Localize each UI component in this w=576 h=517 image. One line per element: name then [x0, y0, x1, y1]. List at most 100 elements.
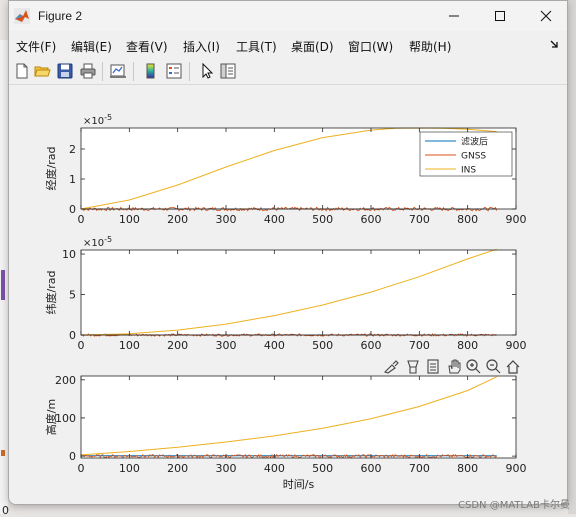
zoom-in-icon[interactable]: [466, 359, 481, 374]
x-tick-label: 100: [119, 213, 140, 226]
menu-view[interactable]: 查看(V): [126, 38, 168, 55]
pan-icon[interactable]: [448, 359, 461, 374]
x-tick-label: 900: [506, 462, 527, 475]
background-tick-label: 0: [2, 504, 9, 517]
legend-entry: GNSS: [461, 152, 486, 162]
brush-icon[interactable]: [383, 360, 399, 374]
menu-tools[interactable]: 工具(T): [236, 38, 277, 55]
matlab-icon: [14, 8, 30, 24]
plot-area: [81, 376, 516, 458]
y-tick-label: 5: [69, 289, 76, 302]
y-tick-label: 0: [69, 450, 76, 463]
axes-3: 0 100 200 300 400 500 600 700 800 900 0 100 200 高度/m 时…: [44, 374, 527, 491]
x-tick-label: 0: [78, 213, 85, 226]
restore-lines: [430, 363, 436, 371]
colorbar-icon[interactable]: [142, 62, 160, 80]
maximize-icon: [495, 11, 505, 21]
x-tick-label: 400: [264, 462, 285, 475]
y-tick-label: 200: [55, 374, 76, 387]
open-icon[interactable]: [33, 62, 51, 80]
title-bar[interactable]: Figure 2: [9, 1, 567, 31]
exponent-label: ×10-5: [83, 235, 112, 249]
menu-help[interactable]: 帮助(H): [409, 38, 451, 55]
x-tick-label: 100: [119, 339, 140, 352]
pointer-icon[interactable]: [198, 62, 216, 80]
x-axis-label: 时间/s: [283, 478, 315, 491]
x-tick-label: 0: [78, 462, 85, 475]
x-tick-label: 500: [312, 339, 333, 352]
x-tick-label: 700: [409, 462, 430, 475]
x-tick-label: 100: [119, 462, 140, 475]
toolbar-separator: [189, 62, 190, 81]
x-tick-label: 900: [506, 339, 527, 352]
zoom-out-icon[interactable]: [486, 359, 501, 374]
background-window: [568, 0, 576, 514]
plot-canvas[interactable]: 0 100 200 300 400 500 600 700 800 900012×10-5经度/r…: [9, 86, 567, 505]
close-icon: [540, 10, 552, 22]
minimize-icon: [449, 15, 459, 17]
x-tick-label: 900: [506, 213, 527, 226]
x-tick-label: 400: [264, 339, 285, 352]
y-tick-label: 0: [69, 329, 76, 342]
x-tick-label: 400: [264, 213, 285, 226]
menu-desktop[interactable]: 桌面(D): [291, 38, 334, 55]
x-tick-label: 300: [216, 462, 237, 475]
menu-window[interactable]: 窗口(W): [348, 38, 393, 55]
brush-shape: [383, 360, 399, 374]
minimize-button[interactable]: [431, 1, 477, 31]
x-tick-label: 500: [312, 462, 333, 475]
exponent-label: ×10-5: [83, 113, 112, 127]
menu-file[interactable]: 文件(F): [16, 38, 56, 55]
x-tick-label: 800: [457, 339, 478, 352]
link-plot-icon[interactable]: [109, 62, 127, 80]
pan-shape: [448, 359, 461, 374]
y-axis-label: 高度/m: [44, 399, 58, 435]
data-tips-shape: [407, 360, 419, 374]
y-tick-label: 2: [69, 143, 76, 156]
home-shape: [506, 360, 520, 374]
x-tick-label: 800: [457, 213, 478, 226]
y-tick-label: 1: [69, 173, 76, 186]
y-axis-label: 纬度/rad: [44, 271, 58, 315]
menu-insert[interactable]: 插入(I): [183, 38, 220, 55]
zoom-plus: [470, 363, 481, 374]
y-axis-label: 经度/rad: [44, 147, 58, 191]
print-icon[interactable]: [79, 62, 97, 80]
axes-1: 0 100 200 300 400 500 600 700 800 900 0 1 2 ×10-5 经度/r…: [44, 113, 527, 226]
x-tick-label: 0: [78, 339, 85, 352]
toolbar-separator: [102, 62, 103, 81]
home-icon[interactable]: [506, 360, 520, 374]
data-tips-icon[interactable]: [407, 360, 419, 374]
x-tick-label: 200: [167, 213, 188, 226]
axes-toolbar[interactable]: [383, 359, 520, 374]
legend-icon[interactable]: [165, 62, 183, 80]
watermark: CSDN @MATLAB卡尔曼: [458, 500, 570, 511]
x-tick-label: 700: [409, 339, 430, 352]
background-plot-window: 0: [0, 40, 9, 517]
x-tick-label: 700: [409, 213, 430, 226]
toolbar-separator: [133, 62, 134, 81]
x-tick-label: 300: [216, 339, 237, 352]
new-figure-icon[interactable]: [13, 62, 31, 80]
x-tick-label: 500: [312, 213, 333, 226]
figure-window[interactable]: Figure 2 文件(F) 编辑(E) 查看(V) 插入(I) 工具(T) 桌…: [8, 0, 568, 505]
x-tick-label: 300: [216, 213, 237, 226]
x-tick-label: 200: [167, 339, 188, 352]
maximize-button[interactable]: [477, 1, 523, 31]
figure-canvas[interactable]: 0 100 200 300 400 500 600 700 800 900 0 1 2 ×10-5 经度/r…: [9, 86, 567, 505]
figure-toolbar: [9, 58, 567, 85]
background-plot-line: [1, 450, 5, 456]
legend-entry: INS: [461, 166, 476, 176]
legend: 滤波后 GNSS INS: [419, 131, 513, 177]
y-tick-label: 0: [69, 203, 76, 216]
save-icon[interactable]: [56, 62, 74, 80]
property-inspector-icon[interactable]: [219, 62, 237, 80]
dock-arrow-icon[interactable]: [549, 39, 559, 49]
x-tick-label: 800: [457, 462, 478, 475]
restore-view-icon[interactable]: [427, 359, 439, 374]
close-button[interactable]: [523, 1, 567, 31]
plot-area: [81, 250, 516, 335]
menu-edit[interactable]: 编辑(E): [71, 38, 112, 55]
y-tick-label: 10: [62, 248, 76, 261]
x-tick-label: 600: [361, 339, 382, 352]
